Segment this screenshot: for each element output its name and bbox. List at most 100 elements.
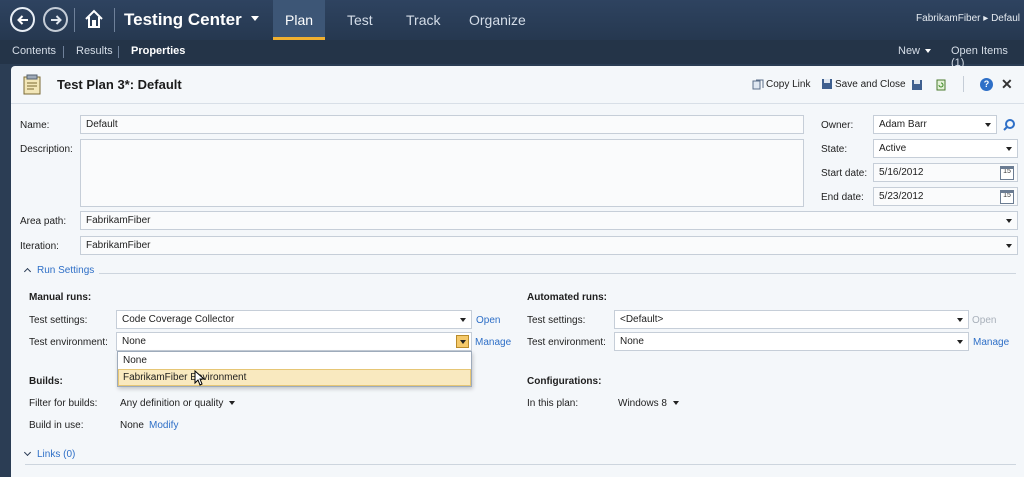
- tab-properties[interactable]: Properties: [131, 45, 185, 57]
- dropdown-option[interactable]: None: [118, 352, 471, 369]
- close-icon[interactable]: ✕: [1001, 76, 1013, 93]
- new-label: New: [898, 45, 921, 57]
- tab-contents[interactable]: Contents: [12, 45, 56, 57]
- chevron-down-icon: [1006, 147, 1012, 151]
- in-this-plan-label: In this plan:: [527, 398, 579, 409]
- save-and-close-label: Save and Close: [835, 78, 906, 90]
- save-and-close-button[interactable]: Save and Close: [821, 78, 906, 90]
- area-path-select[interactable]: FabrikamFiber: [80, 211, 1018, 230]
- refresh-icon[interactable]: [935, 79, 947, 91]
- iteration-select[interactable]: FabrikamFiber: [80, 236, 1018, 255]
- back-button[interactable]: [10, 7, 35, 32]
- chevron-down-icon: [229, 401, 236, 406]
- state-select[interactable]: Active: [873, 139, 1018, 158]
- manual-runs-title: Manual runs:: [29, 292, 92, 303]
- manual-test-env-select[interactable]: None: [116, 332, 472, 351]
- run-settings-toggle[interactable]: Run Settings: [23, 265, 95, 276]
- start-date-label: Start date:: [821, 168, 868, 179]
- auto-test-env-select[interactable]: None: [614, 332, 969, 351]
- manual-test-env-label: Test environment:: [29, 337, 108, 348]
- chevron-down-icon: [672, 401, 679, 406]
- chevron-down-icon: [1006, 219, 1012, 223]
- auto-test-env-label: Test environment:: [527, 337, 606, 348]
- modify-link[interactable]: Modify: [149, 420, 178, 431]
- iteration-label: Iteration:: [20, 241, 59, 252]
- chevron-down-icon: [23, 448, 32, 457]
- links-toggle[interactable]: Links (0): [23, 448, 76, 460]
- back-arrow-icon: [16, 14, 28, 25]
- divider: [99, 273, 1016, 274]
- area-path-value: FabrikamFiber: [86, 215, 151, 226]
- app-title[interactable]: Testing Center: [124, 10, 242, 30]
- hub-plan[interactable]: Plan: [273, 0, 326, 40]
- dropdown-option[interactable]: FabrikamFiber Environment: [118, 369, 471, 386]
- help-icon[interactable]: ?: [980, 78, 993, 91]
- filter-builds-value: Any definition or quality: [120, 398, 224, 409]
- save-icon[interactable]: [911, 79, 923, 91]
- filter-builds-menu[interactable]: Any definition or quality: [120, 398, 236, 409]
- state-label: State:: [821, 144, 848, 155]
- copy-link-icon: [752, 79, 764, 90]
- owner-label: Owner:: [821, 120, 854, 131]
- hub-test[interactable]: Test: [335, 0, 385, 40]
- chevron-down-icon[interactable]: [456, 335, 469, 348]
- automated-runs-title: Automated runs:: [527, 292, 607, 303]
- run-settings-title: Run Settings: [37, 265, 95, 276]
- build-in-use-value: None: [120, 420, 144, 431]
- new-menu[interactable]: New: [898, 45, 932, 57]
- builds-title: Builds:: [29, 376, 63, 387]
- hub-track[interactable]: Track: [394, 0, 452, 40]
- breadcrumb[interactable]: FabrikamFiber ▸ Defaul: [916, 13, 1020, 24]
- description-field[interactable]: [80, 139, 804, 207]
- open-link[interactable]: Open: [476, 315, 500, 326]
- manage-link[interactable]: Manage: [973, 337, 1009, 348]
- end-date-field[interactable]: 5/23/2012 15: [873, 187, 1018, 206]
- page-title: Test Plan 3*: Default: [57, 77, 182, 92]
- chevron-up-icon: [23, 267, 32, 276]
- divider: [25, 464, 1016, 465]
- test-env-dropdown-list: None FabrikamFiber Environment: [117, 351, 472, 387]
- chevron-down-icon: [957, 318, 963, 322]
- forward-arrow-icon: [50, 14, 62, 25]
- forward-button[interactable]: [43, 7, 68, 32]
- copy-link-button[interactable]: Copy Link: [752, 78, 810, 90]
- end-date-label: End date:: [821, 192, 864, 203]
- owner-select[interactable]: Adam Barr: [873, 115, 997, 134]
- configurations-value: Windows 8: [618, 398, 667, 409]
- home-icon[interactable]: [83, 8, 105, 30]
- auto-test-settings-value: <Default>: [620, 314, 664, 325]
- end-date-value: 5/23/2012: [879, 191, 924, 202]
- calendar-icon[interactable]: 15: [1000, 166, 1014, 180]
- auto-test-settings-label: Test settings:: [527, 315, 586, 326]
- links-title: Links (0): [37, 449, 76, 460]
- state-value: Active: [879, 143, 907, 154]
- start-date-field[interactable]: 5/16/2012 15: [873, 163, 1018, 182]
- name-field[interactable]: Default: [80, 115, 804, 134]
- description-label: Description:: [20, 144, 73, 155]
- name-label: Name:: [20, 120, 50, 131]
- search-icon[interactable]: [1002, 118, 1016, 132]
- manual-test-settings-value: Code Coverage Collector: [122, 314, 235, 325]
- tab-results[interactable]: Results: [76, 45, 113, 57]
- owner-value: Adam Barr: [879, 119, 927, 130]
- chevron-down-icon[interactable]: [251, 16, 259, 21]
- auto-test-settings-select[interactable]: <Default>: [614, 310, 969, 329]
- filter-builds-label: Filter for builds:: [29, 398, 98, 409]
- manual-test-env-value: None: [122, 336, 146, 347]
- iteration-value: FabrikamFiber: [86, 240, 151, 251]
- manual-test-settings-label: Test settings:: [29, 315, 88, 326]
- hub-organize[interactable]: Organize: [457, 0, 538, 40]
- manual-test-settings-select[interactable]: Code Coverage Collector: [116, 310, 472, 329]
- test-plan-icon: [23, 74, 41, 95]
- start-date-value: 5/16/2012: [879, 167, 924, 178]
- top-bar: Testing Center Plan Test Track Organize …: [0, 0, 1024, 40]
- sub-nav: Contents Results Properties New Open Ite…: [0, 40, 1024, 69]
- configurations-menu[interactable]: Windows 8: [618, 398, 679, 409]
- configurations-title: Configurations:: [527, 376, 602, 387]
- chevron-down-icon: [1006, 244, 1012, 248]
- manage-link[interactable]: Manage: [475, 337, 511, 348]
- area-path-label: Area path:: [20, 216, 67, 227]
- chevron-down-icon: [957, 340, 963, 344]
- chevron-down-icon: [460, 318, 466, 322]
- calendar-icon[interactable]: 15: [1000, 190, 1014, 204]
